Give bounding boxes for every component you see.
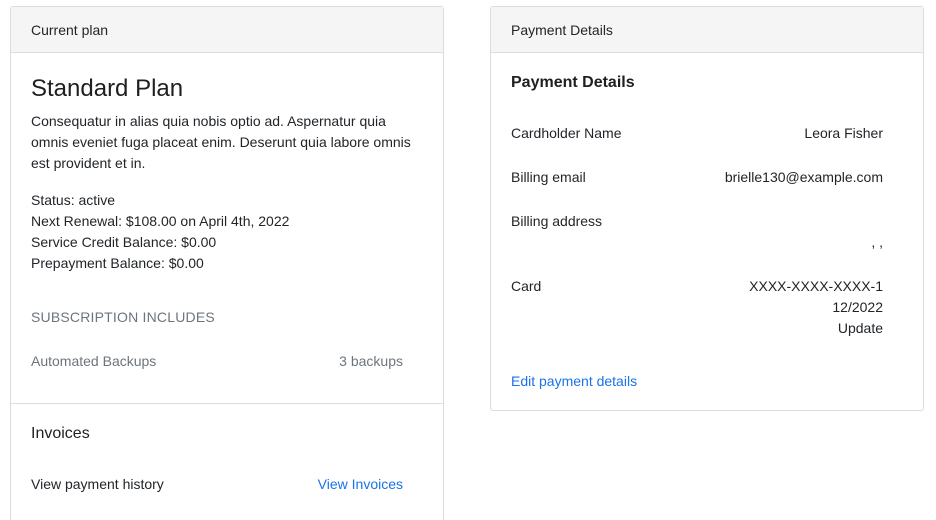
plan-status-block: Status: active Next Renewal: $108.00 on … bbox=[31, 190, 289, 274]
cardholder-value: Leora Fisher bbox=[804, 125, 883, 141]
plan-title: Standard Plan bbox=[31, 75, 184, 102]
card-update-button[interactable]: Update bbox=[749, 318, 883, 339]
payment-details-card: Payment Details Payment Details Cardhold… bbox=[490, 6, 924, 411]
payment-details-header-title: Payment Details bbox=[511, 21, 613, 38]
current-plan-card: Current plan Standard Plan Consequatur i… bbox=[10, 6, 444, 520]
billing-email-row: Billing email brielle130@example.com bbox=[511, 167, 883, 188]
card-label: Card bbox=[511, 278, 542, 294]
invoices-label: View payment history bbox=[31, 476, 164, 492]
plan-prepayment: Prepayment Balance: $0.00 bbox=[31, 255, 204, 271]
card-row: Card XXXX-XXXX-XXXX-1 12/2022 Update bbox=[511, 276, 883, 339]
billing-address-label: Billing address bbox=[511, 213, 603, 229]
card-value-block: XXXX-XXXX-XXXX-1 12/2022 Update bbox=[749, 276, 883, 339]
section-divider bbox=[11, 403, 443, 404]
view-invoices-link[interactable]: View Invoices bbox=[318, 476, 403, 492]
billing-page: Current plan Standard Plan Consequatur i… bbox=[0, 0, 936, 520]
payment-details-header: Payment Details bbox=[491, 7, 923, 53]
payment-details-title: Payment Details bbox=[511, 74, 635, 91]
billing-email-value: brielle130@example.com bbox=[724, 169, 883, 185]
subscription-includes-heading: SUBSCRIPTION INCLUDES bbox=[31, 309, 215, 325]
subscription-item-name: Automated Backups bbox=[31, 353, 157, 369]
subscription-item: Automated Backups 3 backups bbox=[31, 353, 403, 369]
current-plan-header: Current plan bbox=[11, 7, 443, 53]
invoices-title: Invoices bbox=[31, 425, 90, 442]
current-plan-header-title: Current plan bbox=[31, 21, 109, 38]
cardholder-label: Cardholder Name bbox=[511, 125, 622, 141]
cardholder-row: Cardholder Name Leora Fisher bbox=[511, 123, 883, 144]
subscription-item-value: 3 backups bbox=[339, 353, 403, 369]
plan-service-credit: Service Credit Balance: $0.00 bbox=[31, 234, 217, 250]
plan-description: Consequatur in alias quia nobis optio ad… bbox=[31, 113, 411, 171]
edit-payment-details-link[interactable]: Edit payment details bbox=[511, 373, 637, 389]
billing-email-label: Billing email bbox=[511, 169, 586, 185]
card-expiry: 12/2022 bbox=[832, 299, 883, 315]
billing-address-value: , , bbox=[871, 234, 883, 250]
card-number: XXXX-XXXX-XXXX-1 bbox=[749, 278, 883, 294]
plan-status: Status: active bbox=[31, 192, 116, 208]
plan-next-renewal: Next Renewal: $108.00 on April 4th, 2022 bbox=[31, 213, 290, 229]
billing-address-row: Billing address , , bbox=[511, 211, 883, 253]
invoices-row: View payment history View Invoices bbox=[31, 476, 403, 492]
